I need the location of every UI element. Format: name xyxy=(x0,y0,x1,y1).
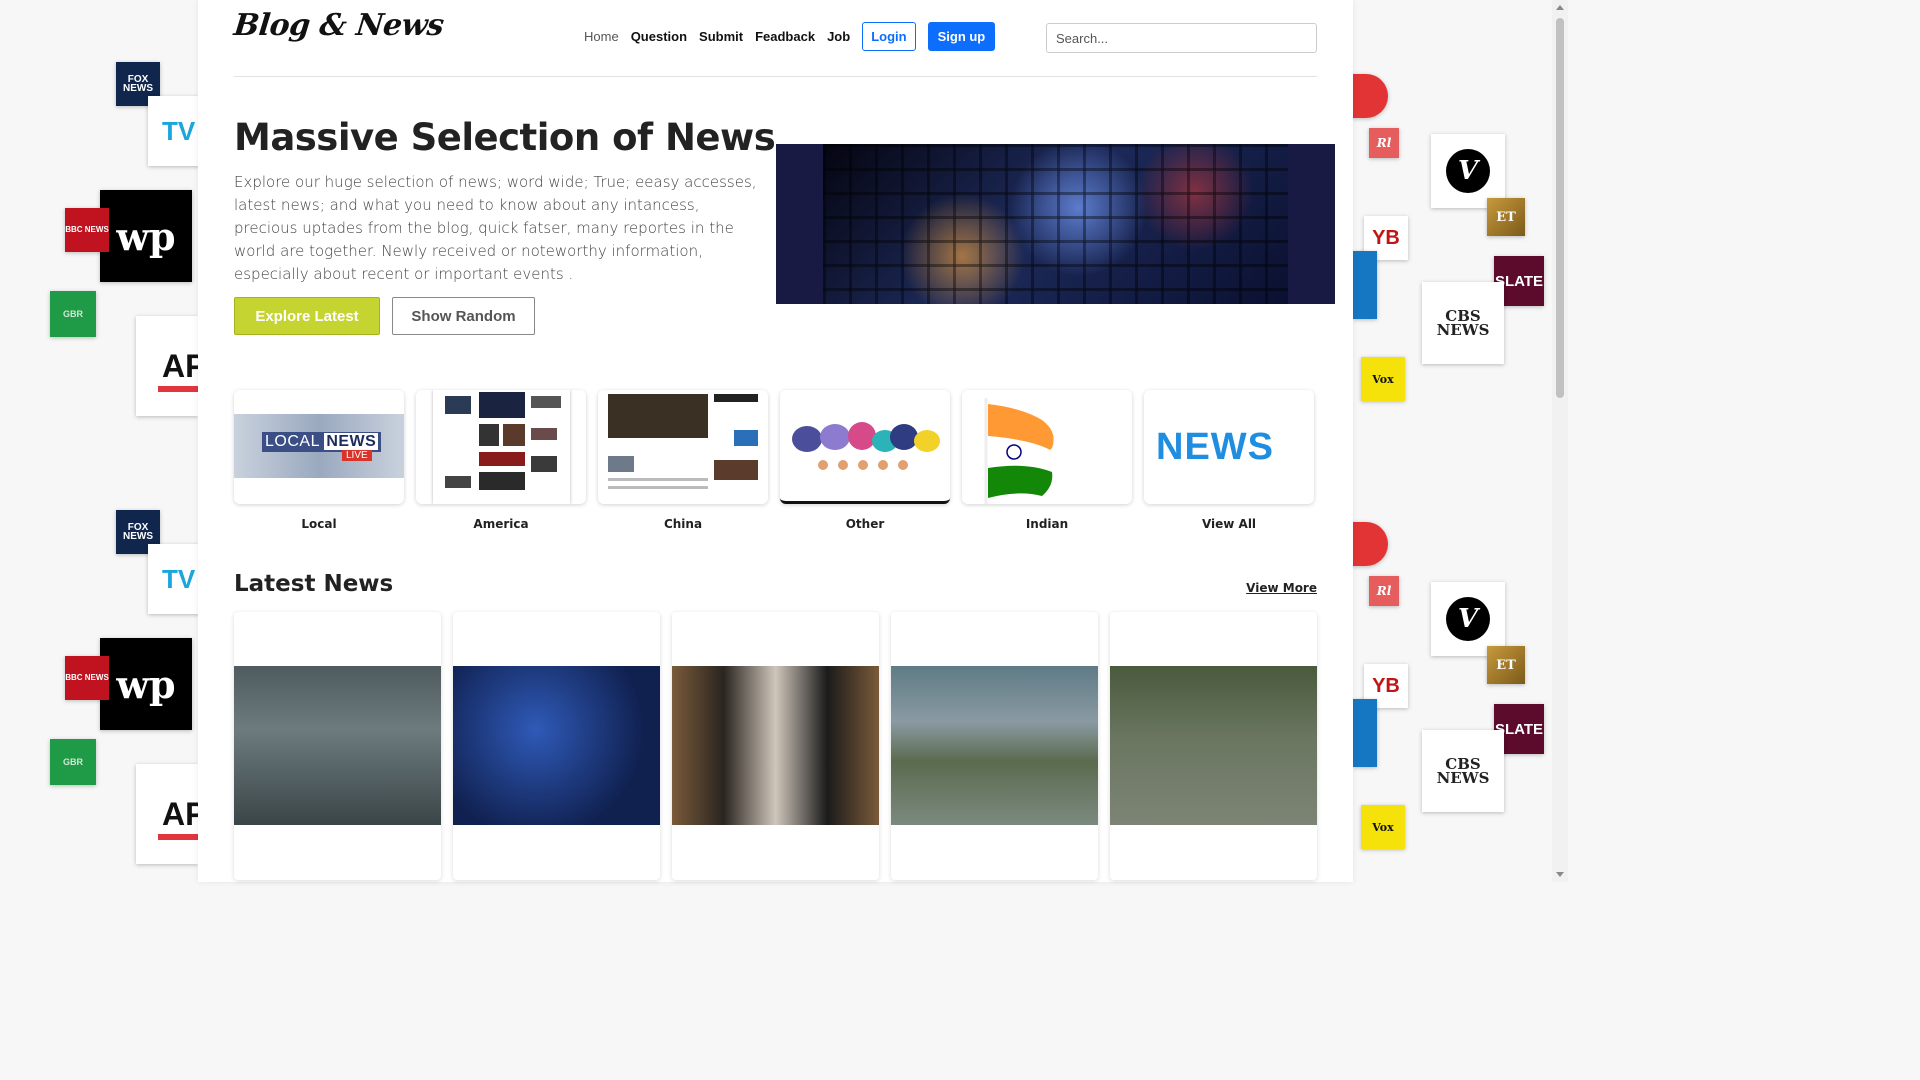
category-thumb[interactable]: Best Indian News Websites on the planet xyxy=(962,390,1132,504)
category-indian[interactable]: Best Indian News Websites on the planet … xyxy=(962,390,1132,531)
category-label[interactable]: China xyxy=(598,517,768,531)
news-card[interactable] xyxy=(672,612,879,880)
news-card-image[interactable] xyxy=(234,666,441,825)
scroll-up-icon[interactable] xyxy=(1556,5,1564,10)
screen-wall-grid xyxy=(823,144,1288,304)
category-other[interactable]: Other xyxy=(780,390,950,531)
news-card[interactable] xyxy=(234,612,441,880)
category-label[interactable]: Indian xyxy=(962,517,1132,531)
gbr-logo: GBR xyxy=(50,739,96,785)
ap-logo: AP xyxy=(136,316,198,416)
et-logo: ET xyxy=(1487,198,1525,236)
category-thumb[interactable]: LOCAL NEWS LIVE xyxy=(234,390,404,504)
rl-logo: Rl xyxy=(1369,576,1399,606)
red-circle-logo xyxy=(1352,522,1388,566)
red-circle-logo xyxy=(1352,74,1388,118)
blue-tile-logo xyxy=(1353,251,1377,319)
local-news-wordmark: LOCAL NEWS xyxy=(262,432,382,452)
hero-description: Explore our huge selection of news; word… xyxy=(234,173,757,283)
news-card-image[interactable] xyxy=(1110,666,1317,825)
news-word: NEWS xyxy=(324,433,379,450)
v-logo-mark: V xyxy=(1446,149,1490,193)
vox-logo: Vox xyxy=(1361,805,1405,849)
scrollbar-thumb[interactable] xyxy=(1556,18,1564,398)
category-thumb[interactable] xyxy=(780,390,950,504)
news-card[interactable] xyxy=(1110,612,1317,880)
category-label[interactable]: Other xyxy=(780,517,950,531)
local-word: LOCAL xyxy=(265,433,320,450)
category-america[interactable]: America xyxy=(416,390,586,531)
washington-post-logo: wp xyxy=(100,190,192,282)
content: Blog & News Home Question Submit Feadbac… xyxy=(232,0,1335,880)
v-logo: V xyxy=(1431,582,1505,656)
latest-news-heading: Latest News xyxy=(234,571,394,597)
v-logo: V xyxy=(1431,134,1505,208)
nav-job[interactable]: Job xyxy=(827,29,850,44)
search-input[interactable] xyxy=(1046,23,1317,53)
vox-logo: Vox xyxy=(1361,357,1405,401)
gbr-logo: GBR xyxy=(50,291,96,337)
nav-home[interactable]: Home xyxy=(584,29,619,44)
nav-submit[interactable]: Submit xyxy=(699,29,743,44)
category-view-all[interactable]: NEWS View All xyxy=(1144,390,1314,531)
news-card-image[interactable] xyxy=(453,666,660,825)
news-globe-wordmark: NEWS xyxy=(1156,426,1274,468)
newspaper-page xyxy=(433,390,570,504)
news-card[interactable] xyxy=(891,612,1098,880)
nav-question[interactable]: Question xyxy=(631,29,687,44)
tv-logo: TV xyxy=(148,544,200,614)
explore-latest-button[interactable]: Explore Latest xyxy=(234,297,380,335)
category-label[interactable]: America xyxy=(416,517,586,531)
page-scrollbar[interactable] xyxy=(1552,0,1568,882)
category-list: LOCAL NEWS LIVE Local America China Othe… xyxy=(234,390,1314,531)
bbc-news-logo: BBC NEWS xyxy=(65,656,109,700)
india-flag-icon xyxy=(984,398,1054,504)
bbc-news-logo: BBC NEWS xyxy=(65,208,109,252)
latest-news-cards xyxy=(234,612,1317,880)
v-logo-mark: V xyxy=(1446,597,1490,641)
category-thumb[interactable] xyxy=(416,390,586,504)
rl-logo: Rl xyxy=(1369,128,1399,158)
category-thumb[interactable] xyxy=(598,390,768,504)
view-more-link[interactable]: View More xyxy=(1246,581,1317,595)
category-thumb[interactable]: NEWS xyxy=(1144,390,1314,504)
scroll-down-icon[interactable] xyxy=(1556,872,1564,877)
show-random-button[interactable]: Show Random xyxy=(392,297,535,335)
washington-post-logo: wp xyxy=(100,638,192,730)
hero-title: Massive Selection of News xyxy=(234,116,776,159)
ap-logo: AP xyxy=(136,764,198,864)
category-label[interactable]: View All xyxy=(1144,517,1314,531)
news-card-image[interactable] xyxy=(891,666,1098,825)
category-china[interactable]: China xyxy=(598,390,768,531)
main-panel: Blog & News Home Question Submit Feadbac… xyxy=(198,0,1353,882)
signup-button[interactable]: Sign up xyxy=(927,22,996,51)
hero-image xyxy=(776,144,1335,304)
nav-feedback[interactable]: Feadback xyxy=(755,29,815,44)
cbs-news-logo: CBS NEWS xyxy=(1422,282,1504,364)
et-logo: ET xyxy=(1487,646,1525,684)
blue-tile-logo xyxy=(1353,699,1377,767)
live-badge: LIVE xyxy=(342,450,372,461)
main-nav: Home Question Submit Feadback Job Login … xyxy=(584,22,996,51)
site-header: Blog & News Home Question Submit Feadbac… xyxy=(232,0,1317,77)
login-button[interactable]: Login xyxy=(862,22,916,51)
news-card[interactable] xyxy=(453,612,660,880)
category-local[interactable]: LOCAL NEWS LIVE Local xyxy=(234,390,404,531)
cbs-news-logo: CBS NEWS xyxy=(1422,730,1504,812)
category-label[interactable]: Local xyxy=(234,517,404,531)
news-card-image[interactable] xyxy=(672,666,879,825)
newspaper-page xyxy=(602,390,764,504)
site-logo[interactable]: Blog & News xyxy=(232,8,445,43)
tv-logo: TV xyxy=(148,96,200,166)
